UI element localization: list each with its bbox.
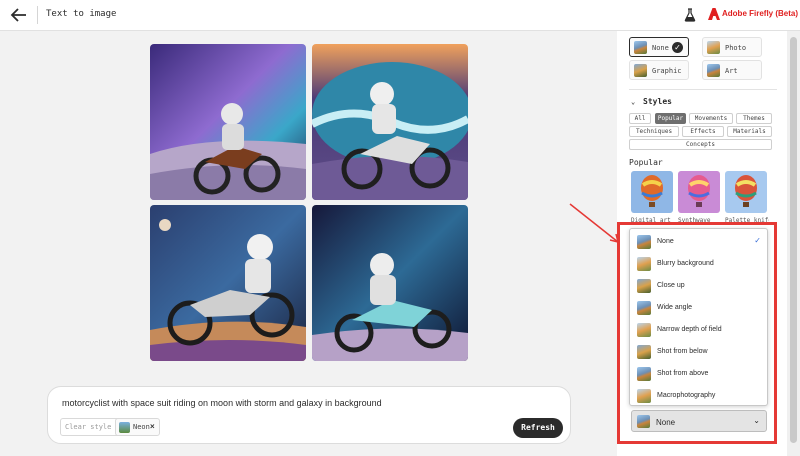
style-chip-neon[interactable]: Neon × (115, 418, 160, 436)
result-image-4[interactable] (312, 205, 468, 361)
style-chip-thumbnail (119, 422, 130, 433)
refresh-button[interactable]: Refresh (513, 418, 563, 438)
page-title: Text to image (46, 9, 117, 19)
popular-heading: Popular (629, 158, 663, 167)
top-bar: Text to image Adobe Firefly (Beta) (0, 0, 800, 31)
content-type-photo[interactable]: Photo (702, 37, 762, 57)
result-image-2[interactable] (312, 44, 468, 200)
prompt-panel: motorcyclist with space suit riding on m… (47, 386, 571, 444)
adobe-logo-icon (708, 8, 720, 20)
tab-concepts[interactable]: Concepts (629, 139, 772, 150)
chevron-down-icon: ⌄ (631, 98, 636, 106)
content-type-label: Graphic (652, 67, 682, 75)
result-image-3[interactable] (150, 205, 306, 361)
tab-effects[interactable]: Effects (682, 126, 724, 137)
tab-all[interactable]: All (629, 113, 651, 124)
tab-techniques[interactable]: Techniques (629, 126, 679, 137)
content-type-label: Photo (725, 44, 747, 52)
tab-materials[interactable]: Materials (727, 126, 772, 137)
content-type-thumbnail (634, 64, 647, 77)
content-type-thumbnail (707, 41, 720, 54)
sidebar-scrollbar-thumb[interactable] (790, 37, 797, 443)
style-chip-label: Neon (133, 423, 150, 431)
prompt-input[interactable]: motorcyclist with space suit riding on m… (62, 398, 382, 408)
brand-name: Adobe Firefly (Beta) (722, 9, 799, 18)
close-icon[interactable]: × (150, 422, 155, 431)
tab-themes[interactable]: Themes (736, 113, 772, 124)
tab-movements[interactable]: Movements (689, 113, 733, 124)
tab-popular[interactable]: Popular (655, 113, 686, 124)
result-image-1[interactable] (150, 44, 306, 200)
styles-section-header[interactable]: ⌄ Styles (631, 97, 672, 106)
content-type-label: Art (725, 67, 738, 75)
style-thumbnail-synthwave[interactable] (678, 171, 720, 213)
style-thumbnail-palette-knife[interactable] (725, 171, 767, 213)
content-type-thumbnail (634, 41, 647, 54)
annotation-highlight-box (617, 222, 777, 444)
content-type-thumbnail (707, 64, 720, 77)
header-divider (37, 6, 38, 24)
style-thumbnail-digital-art[interactable] (631, 171, 673, 213)
styles-heading: Styles (643, 97, 672, 106)
content-type-graphic[interactable]: Graphic (629, 60, 689, 80)
arrow-left-icon[interactable] (10, 7, 28, 23)
checkmark-icon: ✓ (672, 42, 683, 53)
content-type-art[interactable]: Art (702, 60, 762, 80)
flask-icon[interactable] (684, 8, 696, 22)
section-divider (629, 89, 777, 90)
content-type-none[interactable]: None ✓ (629, 37, 689, 57)
content-type-label: None (652, 44, 669, 52)
